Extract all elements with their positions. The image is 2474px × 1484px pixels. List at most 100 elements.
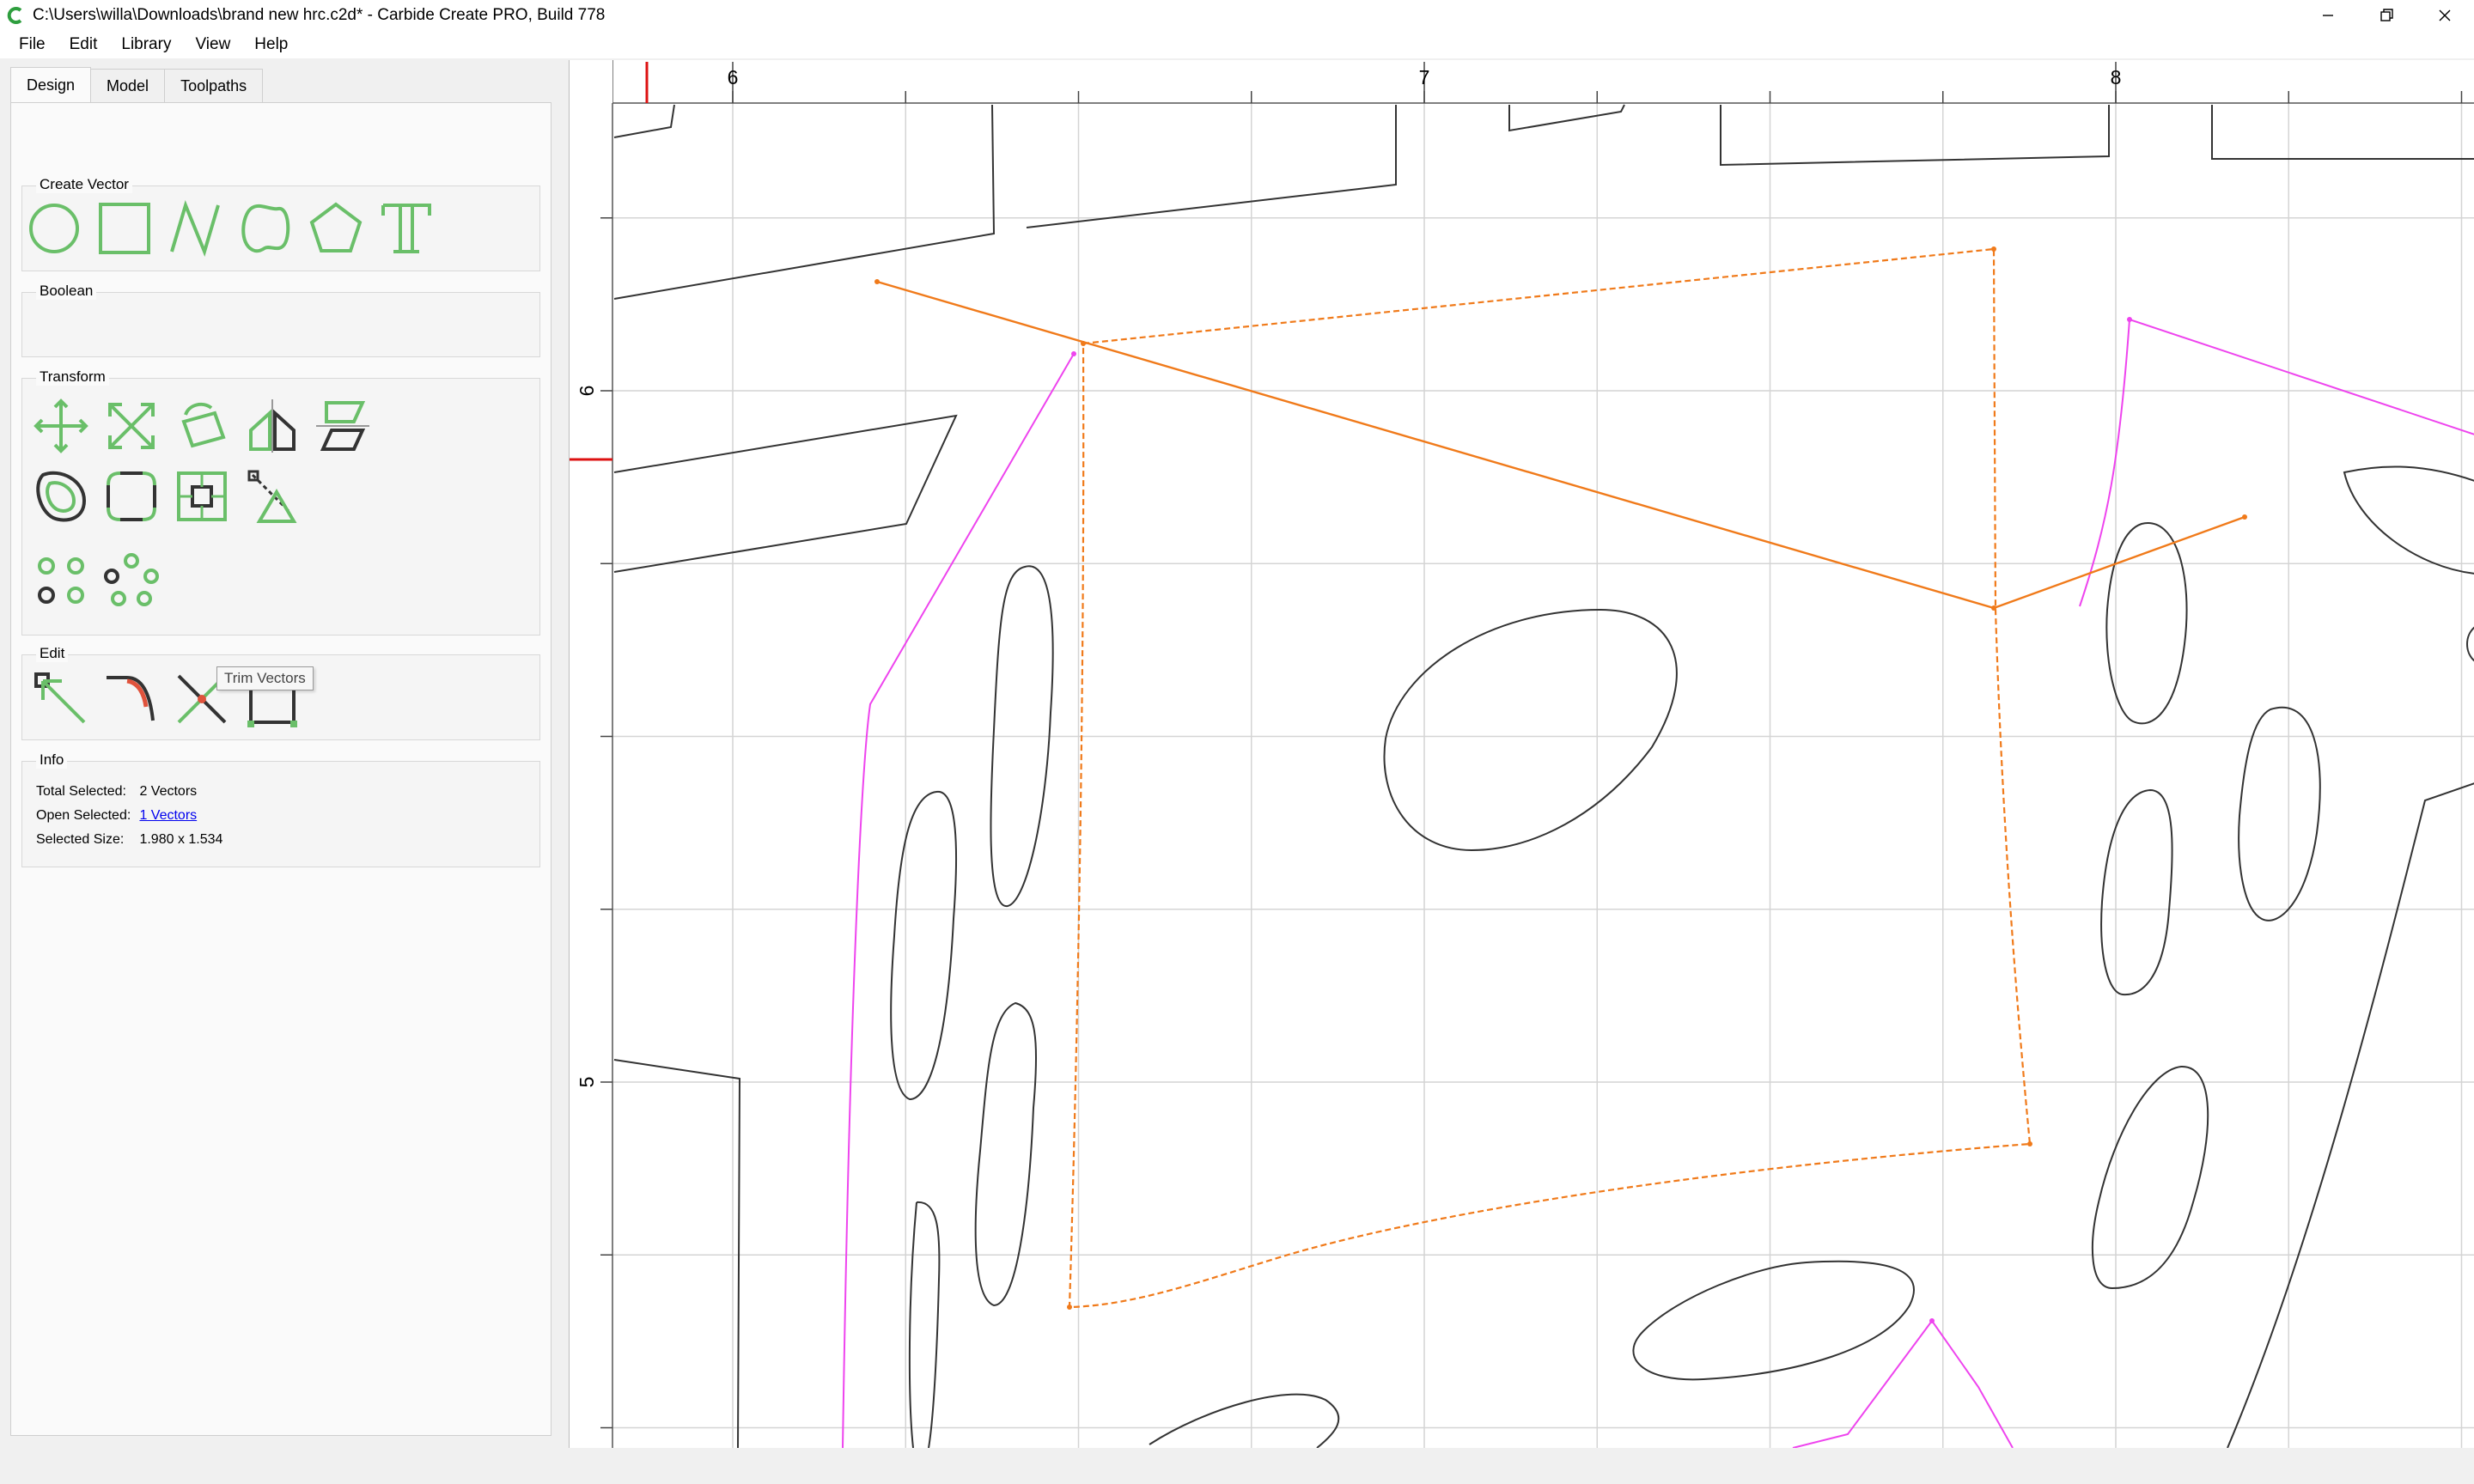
create-polyline-button[interactable] (165, 198, 225, 258)
minimize-button[interactable] (2299, 0, 2357, 31)
ruler-x-label-7: 7 (1419, 66, 1430, 88)
ruler-ticks (600, 62, 2463, 1429)
top-ruler[interactable] (570, 60, 2474, 103)
ruler-x-label-8: 8 (2111, 66, 2122, 88)
node-edit-icon (34, 672, 86, 724)
fillet-icon (107, 471, 156, 521)
array-icon (38, 557, 84, 604)
vector-shape[interactable] (1720, 105, 2110, 167)
tab-model[interactable]: Model (90, 69, 166, 103)
polyline-icon (170, 199, 220, 258)
vector-shape[interactable] (1026, 105, 1397, 228)
offset-icon (36, 471, 87, 522)
group-boolean: Boolean (21, 283, 540, 357)
center-button[interactable] (172, 466, 232, 526)
vector-shape[interactable] (2343, 465, 2474, 575)
ruler-x-label-6: 6 (728, 66, 739, 88)
vector-shape[interactable] (613, 104, 675, 138)
vector-shapes[interactable] (613, 104, 2474, 1448)
vector-shape[interactable] (2100, 788, 2173, 996)
canvas-svg[interactable]: 6 7 8 6 5 (570, 60, 2474, 1448)
vector-shape[interactable] (2227, 782, 2474, 1448)
menu-bar: File Edit Library View Help (0, 31, 2474, 58)
vector-shape[interactable] (1149, 1393, 1340, 1448)
vector-shape[interactable] (613, 414, 958, 573)
group-title-edit: Edit (36, 645, 69, 662)
ruler-y-label-5: 5 (576, 1077, 598, 1088)
menu-file[interactable]: File (7, 35, 58, 54)
toolpath-lines[interactable] (842, 318, 2474, 1448)
rotate-icon (181, 402, 226, 448)
create-circle-button[interactable] (24, 198, 84, 258)
restore-icon (2380, 9, 2393, 21)
title-bar: C:\Users\willa\Downloads\brand new hrc.c… (0, 0, 2474, 31)
group-info: Info Total Selected: 2 Vectors Open Sele… (21, 751, 540, 867)
toolpath-nodes (1071, 317, 2132, 1323)
info-selected-size-label: Selected Size: (36, 832, 125, 847)
mirror-button[interactable] (242, 396, 302, 456)
move-button[interactable] (31, 396, 91, 456)
menu-library[interactable]: Library (109, 35, 183, 54)
center-icon (177, 471, 227, 521)
vector-shape[interactable] (890, 790, 958, 1101)
menu-view[interactable]: View (183, 35, 242, 54)
toolpath-line[interactable] (842, 353, 1075, 1448)
rotate-button[interactable] (172, 396, 232, 456)
vector-shape[interactable] (1383, 608, 1678, 852)
vector-shape[interactable] (613, 1059, 741, 1448)
create-text-button[interactable] (376, 198, 436, 258)
mirror-icon (249, 399, 296, 453)
group-title-transform: Transform (36, 368, 109, 386)
vector-shape[interactable] (974, 1001, 1038, 1307)
info-total-selected: Total Selected: 2 Vectors (36, 784, 197, 800)
panel-body: Create Vector Boolean Transform Edit Inf… (10, 102, 551, 1436)
group-title-info: Info (36, 751, 68, 769)
offset-button[interactable] (31, 466, 91, 526)
selected-vectors[interactable] (876, 247, 2245, 1309)
tab-toolpaths[interactable]: Toolpaths (164, 69, 264, 103)
info-open-selected-link[interactable]: 1 Vectors (139, 808, 197, 823)
circle-icon (29, 204, 79, 253)
array-button[interactable] (31, 550, 91, 611)
window-controls (2299, 0, 2474, 31)
text-icon (381, 204, 431, 253)
group-title-create-vector: Create Vector (36, 176, 132, 193)
create-rectangle-button[interactable] (94, 198, 155, 258)
menu-edit[interactable]: Edit (58, 35, 110, 54)
info-total-selected-value: 2 Vectors (139, 784, 198, 799)
vector-shape[interactable] (908, 1201, 941, 1448)
node-edit-button[interactable] (31, 669, 91, 729)
align-icon (316, 401, 369, 451)
fillet-button[interactable] (101, 466, 161, 526)
design-panel: Design Model Toolpaths Create Vector Boo… (10, 62, 551, 1436)
create-polygon-button[interactable] (306, 198, 366, 258)
vector-shape[interactable] (1508, 104, 1625, 132)
toolpath-line[interactable] (1792, 1319, 2014, 1448)
minimize-icon (2323, 15, 2333, 16)
group-create-vector: Create Vector (21, 176, 540, 271)
vector-shape[interactable] (2466, 626, 2474, 662)
info-open-selected-label: Open Selected: (36, 808, 131, 823)
scale-button[interactable] (101, 396, 161, 456)
close-icon (2439, 9, 2451, 21)
align-button[interactable] (313, 396, 373, 456)
vector-shape[interactable] (613, 104, 996, 300)
restore-button[interactable] (2357, 0, 2416, 31)
carbide-c-icon (7, 7, 22, 24)
menu-help[interactable]: Help (242, 35, 300, 54)
vector-shape[interactable] (2238, 706, 2321, 921)
scale-to-fit-button[interactable] (242, 466, 302, 526)
vector-shape[interactable] (2211, 105, 2474, 160)
selected-closed-vector[interactable] (1068, 247, 2032, 1309)
tab-design[interactable]: Design (10, 67, 92, 103)
trim-vectors-tooltip: Trim Vectors (216, 666, 314, 690)
create-curve-button[interactable] (235, 198, 296, 258)
fillet-edit-button[interactable] (101, 669, 161, 729)
close-button[interactable] (2416, 0, 2474, 31)
left-ruler[interactable] (570, 60, 612, 1448)
scale-icon (108, 403, 155, 449)
circular-array-button[interactable] (101, 550, 161, 611)
vector-shape[interactable] (1632, 1260, 1915, 1381)
design-canvas[interactable]: 6 7 8 6 5 (569, 60, 2474, 1448)
ruler-y-label-6: 6 (576, 386, 598, 397)
